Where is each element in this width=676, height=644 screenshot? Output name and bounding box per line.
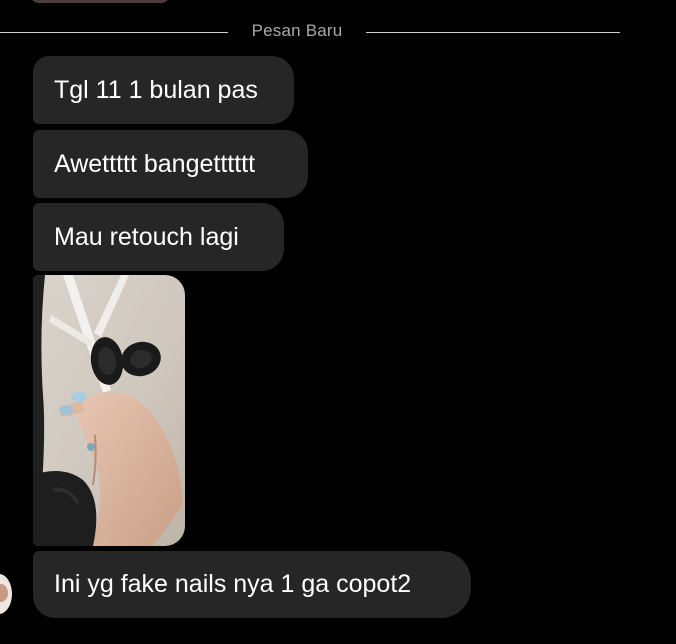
divider-line-right — [366, 32, 620, 33]
message-text: Mau retouch lagi — [54, 223, 239, 251]
message-bubble[interactable]: Ini yg fake nails nya 1 ga copot2 — [33, 551, 471, 618]
photo-image — [33, 275, 185, 546]
message-text: Tgl 11 1 bulan pas — [54, 76, 258, 104]
photo-message[interactable] — [33, 275, 185, 546]
message-bubble[interactable]: Tgl 11 1 bulan pas — [33, 56, 294, 124]
message-bubble[interactable]: Mau retouch lagi — [33, 203, 284, 271]
message-text: Awettttt bangetttttt — [54, 150, 256, 178]
sender-avatar[interactable] — [0, 574, 12, 614]
divider-label: Pesan Baru — [251, 21, 343, 40]
divider-line-left — [0, 32, 228, 33]
new-messages-divider: Pesan Baru — [0, 20, 620, 44]
message-bubble[interactable]: Awettttt bangetttttt — [33, 130, 308, 198]
previous-media-crop — [30, 0, 170, 3]
avatar-face — [0, 584, 8, 602]
message-text: Ini yg fake nails nya 1 ga copot2 — [54, 570, 412, 598]
